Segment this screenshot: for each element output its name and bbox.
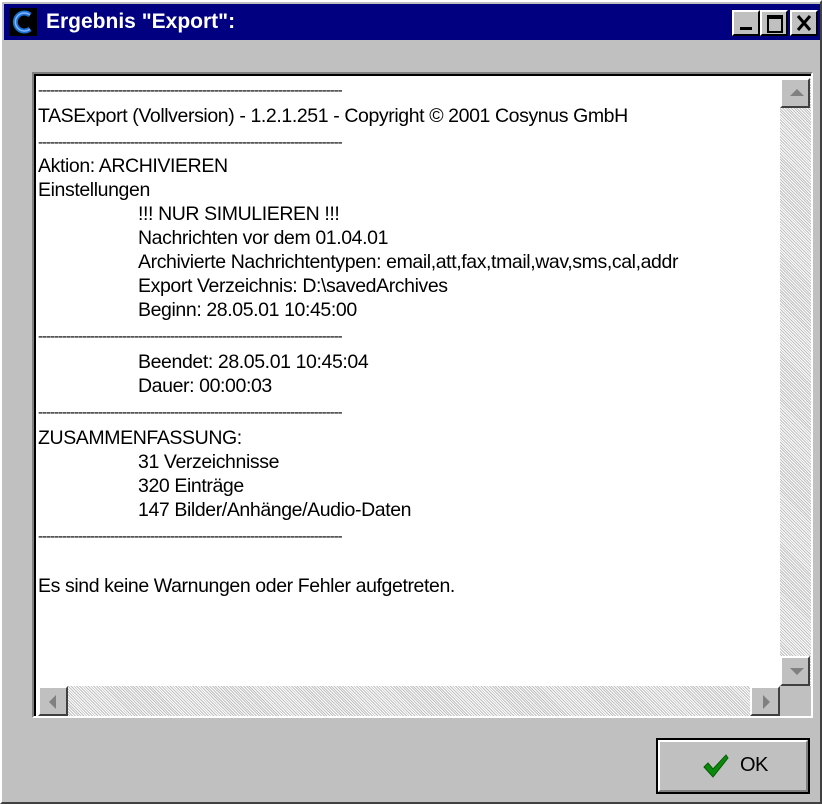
title-bar[interactable]: Ergebnis "Export":: [4, 4, 820, 40]
log-separator: ----------------------------------------…: [38, 134, 343, 151]
minimize-icon: [740, 27, 752, 30]
log-result: Es sind keine Warnungen oder Fehler aufg…: [38, 575, 455, 597]
horizontal-scrollbar[interactable]: [38, 686, 780, 716]
scroll-down-button[interactable]: [780, 656, 810, 686]
log-export-dir: Export Verzeichnis: D:\savedArchives: [138, 275, 448, 297]
log-dirs-count: 31 Verzeichnisse: [138, 451, 280, 473]
arrow-down-icon: [790, 668, 804, 675]
maximize-button[interactable]: [760, 10, 788, 36]
log-attachments-count: 147 Bilder/Anhänge/Audio-Daten: [138, 499, 412, 521]
vertical-scrollbar[interactable]: [780, 78, 811, 686]
scroll-up-button[interactable]: [780, 78, 810, 108]
log-entries-count: 320 Einträge: [138, 475, 244, 497]
close-button[interactable]: [790, 10, 818, 36]
scrollbar-corner: [780, 686, 811, 716]
window-title: Ergebnis "Export":: [46, 10, 236, 33]
log-separator: ----------------------------------------…: [38, 528, 343, 545]
log-separator: ----------------------------------------…: [38, 82, 343, 99]
minimize-button[interactable]: [732, 10, 760, 36]
ok-button-label: OK: [740, 754, 768, 776]
log-message-types: Archivierte Nachrichtentypen: email,att,…: [138, 251, 679, 273]
log-header: TASExport (Vollversion) - 1.2.1.251 - Co…: [38, 105, 628, 127]
export-result-window: Ergebnis "Export": ---------------------…: [0, 0, 822, 804]
log-action: Aktion: ARCHIVIEREN: [38, 155, 228, 177]
log-duration: Dauer: 00:00:03: [138, 375, 272, 397]
arrow-up-icon: [790, 89, 804, 96]
checkmark-icon: [703, 754, 729, 778]
close-icon: [796, 15, 812, 31]
maximize-icon: [767, 15, 783, 33]
log-summary-heading: ZUSAMMENFASSUNG:: [38, 427, 242, 449]
log-frame: ----------------------------------------…: [32, 72, 813, 718]
ok-button-frame: OK: [656, 738, 810, 794]
scroll-right-button[interactable]: [750, 686, 780, 716]
log-begin: Beginn: 28.05.01 10:45:00: [138, 299, 357, 321]
log-before-date: Nachrichten vor dem 01.04.01: [138, 227, 389, 249]
log-separator: ----------------------------------------…: [38, 404, 343, 421]
log-simulate: !!! NUR SIMULIEREN !!!: [138, 203, 340, 225]
scroll-left-button[interactable]: [38, 686, 68, 716]
arrow-left-icon: [49, 695, 56, 709]
log-separator: ----------------------------------------…: [38, 328, 343, 345]
app-logo-icon: [9, 8, 37, 36]
arrow-right-icon: [763, 695, 770, 709]
log-settings-heading: Einstellungen: [38, 179, 150, 201]
log-text-area[interactable]: ----------------------------------------…: [38, 80, 780, 668]
ok-button[interactable]: OK: [658, 740, 808, 792]
log-end: Beendet: 28.05.01 10:45:04: [138, 351, 369, 373]
